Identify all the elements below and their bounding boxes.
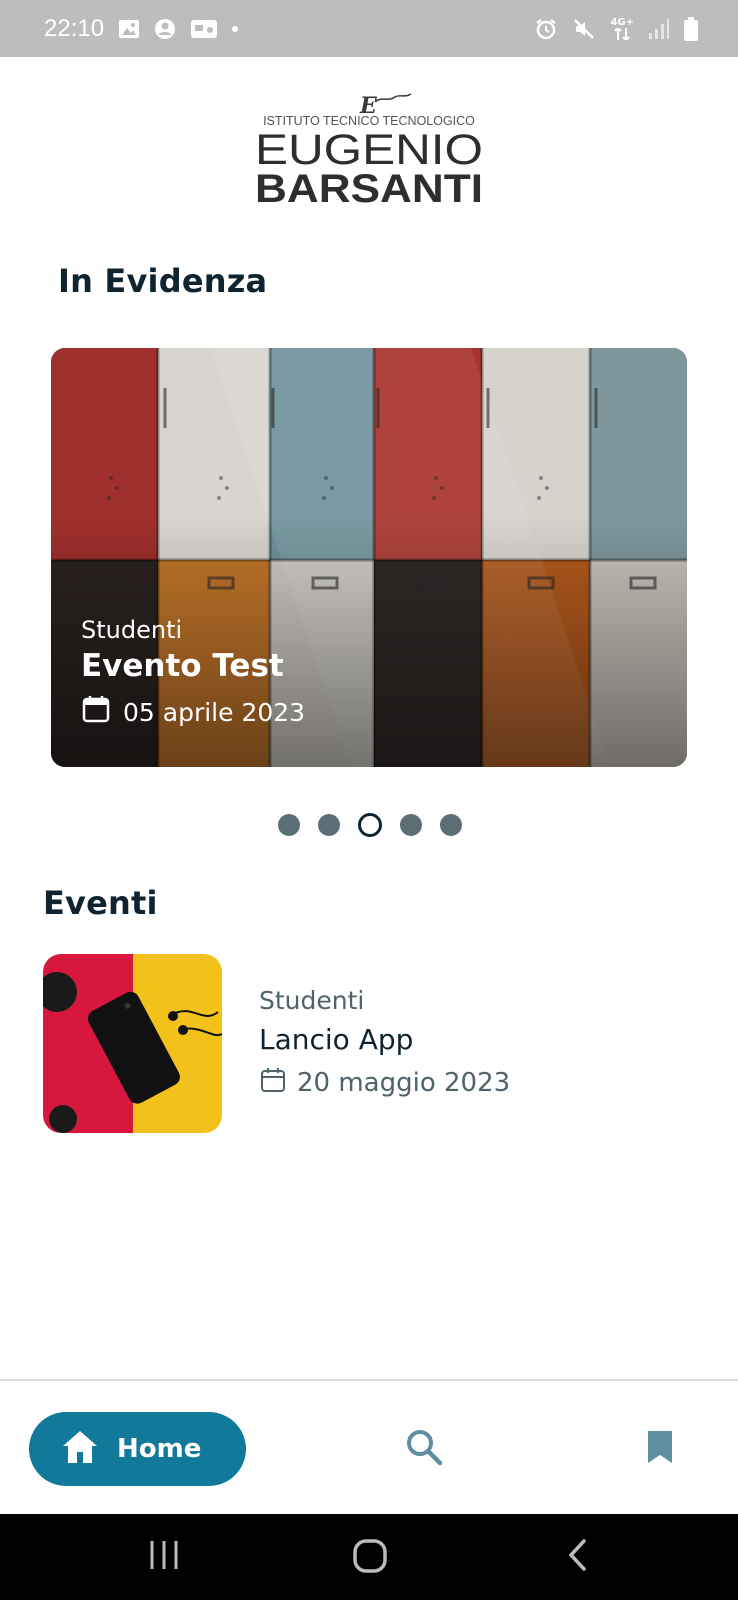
back-chevron-icon [566, 1538, 588, 1576]
network-label: 4G+ [610, 16, 634, 28]
home-circle-icon [352, 1538, 388, 1578]
featured-title: Evento Test [81, 648, 284, 684]
mute-icon [572, 17, 596, 41]
recent-apps-icon [148, 1538, 180, 1576]
events-section-title: Eventi [43, 884, 158, 922]
featured-text: Studenti Evento Test 05 aprile 2023 [81, 616, 305, 730]
nav-home-label: Home [117, 1434, 202, 1464]
bookmark-icon [646, 1429, 674, 1469]
nav-bookmark-button[interactable] [640, 1427, 680, 1471]
calendar-icon [81, 694, 111, 730]
calendar-icon [259, 1066, 287, 1101]
nav-search-button[interactable] [402, 1427, 446, 1471]
event-thumbnail [43, 953, 222, 1133]
logo-line-2: BARSANTI [255, 167, 483, 208]
status-left: 22:10 [44, 14, 239, 43]
featured-section-title: In Evidenza [58, 262, 268, 300]
event-list-item[interactable]: Studenti Lancio App 20 maggio 2023 [43, 953, 703, 1133]
status-time: 22:10 [44, 14, 105, 42]
gallery-icon [118, 19, 140, 39]
signal-icon [648, 18, 670, 40]
notification-dot-icon [232, 25, 239, 32]
featured-event-card[interactable]: Studenti Evento Test 05 aprile 2023 [51, 348, 687, 767]
carousel-dot-3-active[interactable] [358, 813, 382, 837]
home-icon [61, 1429, 99, 1469]
event-date-row: 20 maggio 2023 [259, 1066, 510, 1101]
nav-home-button[interactable]: Home [29, 1412, 246, 1486]
search-icon [405, 1428, 443, 1470]
event-category: Studenti [259, 985, 365, 1015]
network-icon: 4G+ [610, 16, 634, 40]
featured-category: Studenti [81, 616, 183, 644]
home-system-button[interactable] [352, 1538, 388, 1578]
system-navigation-bar [0, 1514, 738, 1600]
voicemail-icon [190, 19, 218, 39]
featured-date-row: 05 aprile 2023 [81, 694, 305, 730]
bottom-navigation: Home [0, 1379, 738, 1514]
back-button[interactable] [566, 1538, 588, 1576]
alarm-icon [534, 17, 558, 41]
carousel-indicator [0, 813, 738, 837]
battery-icon [684, 16, 698, 41]
featured-date: 05 aprile 2023 [123, 697, 306, 727]
carousel-dot-5[interactable] [440, 814, 462, 836]
event-info: Studenti Lancio App 20 maggio 2023 [259, 986, 510, 1101]
carousel-dot-1[interactable] [278, 814, 300, 836]
school-logo: E ISTITUTO TECNICO TECNOLOGICO EUGENIO B… [0, 88, 738, 208]
carousel-dot-4[interactable] [400, 814, 422, 836]
status-bar: 22:10 4G+ [0, 0, 738, 57]
status-right: 4G+ [534, 16, 698, 41]
recent-apps-button[interactable] [148, 1538, 180, 1576]
carousel-dot-2[interactable] [318, 814, 340, 836]
event-date: 20 maggio 2023 [297, 1068, 511, 1098]
event-title: Lancio App [259, 1022, 414, 1056]
account-icon [154, 18, 176, 40]
